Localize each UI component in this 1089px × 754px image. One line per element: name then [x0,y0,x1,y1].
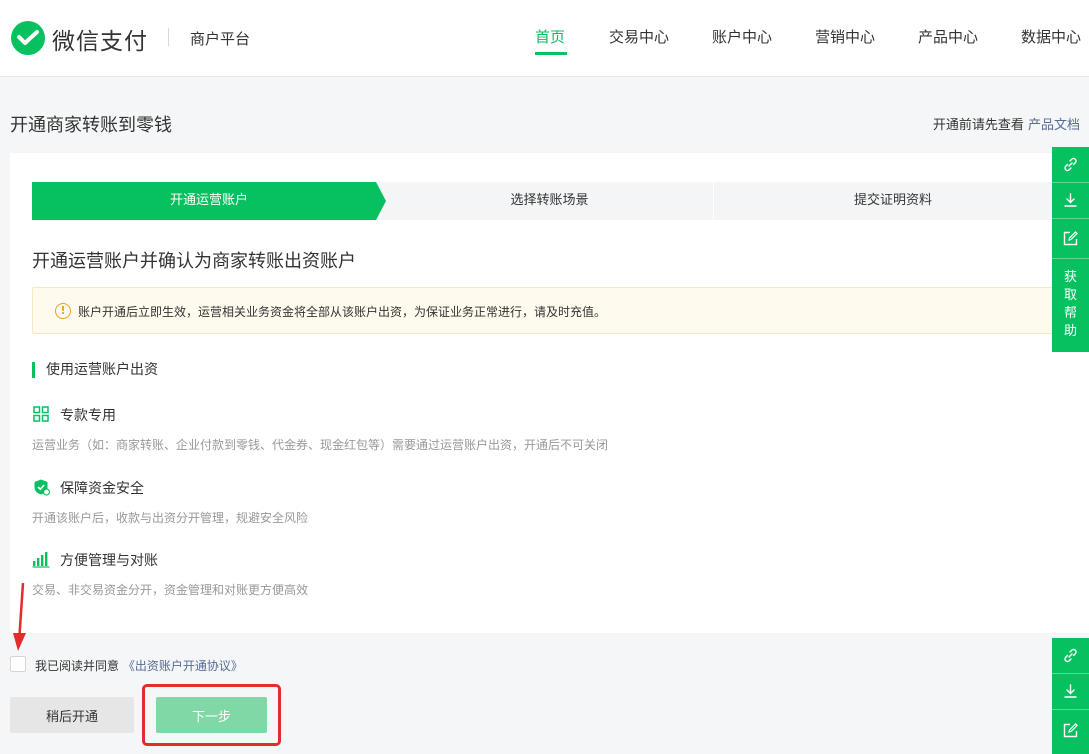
wechat-pay-logo-icon [11,21,45,55]
agreement-label: 我已阅读并同意 《出资账户开通协议》 [35,657,243,674]
agreement-checkbox[interactable] [10,656,26,672]
step-select-scene: 选择转账场景 [510,193,589,208]
shield-icon [34,479,50,496]
sub-heading: 使用运营账户出资 [32,362,158,378]
help-char: 获 [1063,270,1077,285]
feature-desc-dedicated: 运营业务（如：商家转账、企业付款到零钱、代金券、现金红包等）需要通过运营账户出资… [32,438,609,452]
side-edit-button[interactable] [1052,219,1089,258]
product-doc-link[interactable]: 产品文档 [1028,118,1080,133]
help-char: 帮 [1063,306,1077,321]
feature-desc-management: 交易、非交易资金分开，资金管理和对账更方便高效 [32,583,309,597]
side-download-button[interactable] [1052,183,1089,218]
warning-alert: ! 账户开通后立即生效，运营相关业务资金将全部从该账户出资，为保证业务正常进行，… [32,287,1072,334]
feature-title-management: 方便管理与对账 [60,553,158,569]
download-icon [1064,684,1077,698]
help-char: 取 [1063,288,1077,303]
feature-desc-security: 开通该账户后，收款与出资分开管理，规避安全风险 [32,511,309,525]
side-edit-button-lower[interactable] [1052,710,1089,754]
nav-data-center[interactable]: 数据中心 [1021,26,1081,47]
nav-active-underline [535,52,567,55]
feature-title-security: 保障资金安全 [60,481,144,497]
nav-home[interactable]: 首页 [535,26,565,47]
content-card [10,153,1089,633]
download-icon [1064,193,1077,207]
brand-name: 微信支付 [52,29,148,55]
doc-hint: 开通前请先查看 产品文档 [933,114,1080,133]
agreement-link[interactable]: 《出资账户开通协议》 [123,659,243,673]
edit-icon [1063,723,1078,738]
doc-hint-text: 开通前请先查看 [932,118,1024,133]
side-link-button[interactable] [1052,147,1089,182]
step-progress-bar: 开通运营账户 选择转账场景 提交证明资料 [32,182,1072,220]
open-later-button[interactable]: 稍后开通 [10,697,134,733]
nav-product-center[interactable]: 产品中心 [918,26,978,47]
grid-icon [33,406,49,422]
step-open-account: 开通运营账户 [169,193,248,208]
side-download-button-lower[interactable] [1052,674,1089,709]
side-help-button[interactable]: 获 取 帮 助 [1052,259,1089,352]
alert-text: 账户开通后立即生效，运营相关业务资金将全部从该账户出资，为保证业务正常进行，请及… [78,305,607,319]
platform-name: 商户平台 [190,30,251,48]
nav-trade-center[interactable]: 交易中心 [609,26,669,47]
step-submit-proof: 提交证明资料 [853,193,932,208]
link-icon [1064,648,1077,663]
red-highlight-box [142,684,281,746]
bar-chart-icon [32,552,50,568]
help-char: 助 [1063,324,1077,339]
nav-account-center[interactable]: 账户中心 [712,26,772,47]
link-icon [1064,157,1077,172]
side-link-button-lower[interactable] [1052,638,1089,673]
nav-marketing-center[interactable]: 营销中心 [815,26,875,47]
red-arrow-annotation-icon [13,583,26,651]
warning-circle-icon: ! [55,303,71,319]
brand-divider [168,28,169,46]
feature-title-dedicated: 专款专用 [60,408,116,424]
top-header: 微信支付 商户平台 首页 交易中心 账户中心 营销中心 产品中心 数据中心 [0,0,1089,77]
section-title: 开通运营账户并确认为商家转账出资账户 [32,251,356,272]
page-title: 开通商家转账到零钱 [10,115,172,136]
edit-icon [1063,231,1078,246]
agreement-text: 我已阅读并同意 [35,659,120,673]
